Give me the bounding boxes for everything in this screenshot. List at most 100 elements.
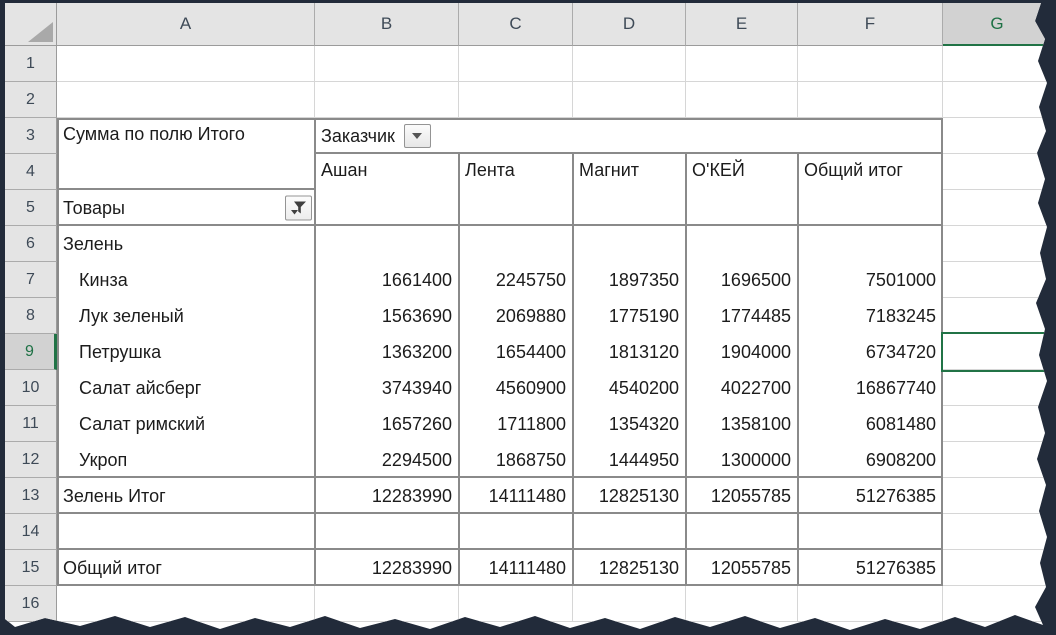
- row-header-5[interactable]: 5: [5, 190, 57, 226]
- cell-B4-header[interactable]: Ашан: [315, 154, 459, 226]
- cell-F7[interactable]: 7501000: [798, 262, 943, 298]
- cell-C1[interactable]: [459, 46, 573, 82]
- cell-C11[interactable]: 1711800: [459, 406, 573, 442]
- row-header-1[interactable]: 1: [5, 46, 57, 82]
- cell-F13[interactable]: 51276385: [798, 478, 943, 514]
- cell-F16[interactable]: [798, 586, 943, 622]
- row-header-6[interactable]: 6: [5, 226, 57, 262]
- cell-A3-pivot-value-field[interactable]: Сумма по полю Итого: [57, 118, 315, 190]
- cell-G14[interactable]: [943, 514, 1047, 550]
- cell-G3[interactable]: [943, 118, 1047, 154]
- cell-A1[interactable]: [57, 46, 315, 82]
- row-field-filter-button[interactable]: [285, 195, 312, 221]
- cell-D1[interactable]: [573, 46, 686, 82]
- cell-D2[interactable]: [573, 82, 686, 118]
- cell-G1[interactable]: [943, 46, 1047, 82]
- cell-C12[interactable]: 1868750: [459, 442, 573, 478]
- cell-A2[interactable]: [57, 82, 315, 118]
- cell-B7[interactable]: 1661400: [315, 262, 459, 298]
- column-header-D[interactable]: D: [573, 3, 686, 46]
- cell-A12[interactable]: Укроп: [57, 442, 315, 478]
- cell-F1[interactable]: [798, 46, 943, 82]
- cell-D10[interactable]: 4540200: [573, 370, 686, 406]
- row-header-10[interactable]: 10: [5, 370, 57, 406]
- column-header-A[interactable]: A: [57, 3, 315, 46]
- row-header-2[interactable]: 2: [5, 82, 57, 118]
- cell-E11[interactable]: 1358100: [686, 406, 798, 442]
- cell-A13-group-total[interactable]: Зелень Итог: [57, 478, 315, 514]
- column-header-B[interactable]: B: [315, 3, 459, 46]
- cell-G6[interactable]: [943, 226, 1047, 262]
- cell-A6-group[interactable]: Зелень: [57, 226, 315, 262]
- row-header-7[interactable]: 7: [5, 262, 57, 298]
- cell-D8[interactable]: 1775190: [573, 298, 686, 334]
- cell-A10[interactable]: Салат айсберг: [57, 370, 315, 406]
- row-header-13[interactable]: 13: [5, 478, 57, 514]
- cell-B9[interactable]: 1363200: [315, 334, 459, 370]
- cell-G10[interactable]: [943, 370, 1047, 406]
- cell-E16[interactable]: [686, 586, 798, 622]
- cell-C4-header[interactable]: Лента: [459, 154, 573, 226]
- cell-F9[interactable]: 6734720: [798, 334, 943, 370]
- column-header-C[interactable]: C: [459, 3, 573, 46]
- cell-F4-header[interactable]: Общий итог: [798, 154, 943, 226]
- cell-E4-header[interactable]: О'КЕЙ: [686, 154, 798, 226]
- cell-B3-pivot-column-field[interactable]: Заказчик: [315, 118, 943, 154]
- cell-A8[interactable]: Лук зеленый: [57, 298, 315, 334]
- row-header-15[interactable]: 15: [5, 550, 57, 586]
- cell-B8[interactable]: 1563690: [315, 298, 459, 334]
- cell-B15[interactable]: 12283990: [315, 550, 459, 586]
- cell-B12[interactable]: 2294500: [315, 442, 459, 478]
- row-header-12[interactable]: 12: [5, 442, 57, 478]
- cell-B16[interactable]: [315, 586, 459, 622]
- cell-B13[interactable]: 12283990: [315, 478, 459, 514]
- cell-E13[interactable]: 12055785: [686, 478, 798, 514]
- cell-C8[interactable]: 2069880: [459, 298, 573, 334]
- cell-A16[interactable]: [57, 586, 315, 622]
- row-header-4[interactable]: 4: [5, 154, 57, 190]
- cell-D4-header[interactable]: Магнит: [573, 154, 686, 226]
- cell-C9[interactable]: 1654400: [459, 334, 573, 370]
- cell-G16[interactable]: [943, 586, 1047, 622]
- cell-D12[interactable]: 1444950: [573, 442, 686, 478]
- cell-E12[interactable]: 1300000: [686, 442, 798, 478]
- cell-B2[interactable]: [315, 82, 459, 118]
- cell-F12[interactable]: 6908200: [798, 442, 943, 478]
- cell-A11[interactable]: Салат римский: [57, 406, 315, 442]
- cell-F11[interactable]: 6081480: [798, 406, 943, 442]
- row-header-9-selected[interactable]: 9: [5, 334, 57, 370]
- cell-C7[interactable]: 2245750: [459, 262, 573, 298]
- cell-B11[interactable]: 1657260: [315, 406, 459, 442]
- cell-A7[interactable]: Кинза: [57, 262, 315, 298]
- cell-C13[interactable]: 14111480: [459, 478, 573, 514]
- cell-E8[interactable]: 1774485: [686, 298, 798, 334]
- cell-G12[interactable]: [943, 442, 1047, 478]
- cell-G5[interactable]: [943, 190, 1047, 226]
- row-header-14[interactable]: 14: [5, 514, 57, 550]
- cell-E10[interactable]: 4022700: [686, 370, 798, 406]
- cell-G9-active[interactable]: [943, 334, 1047, 370]
- cell-D13[interactable]: 12825130: [573, 478, 686, 514]
- cell-A15-grand-total[interactable]: Общий итог: [57, 550, 315, 586]
- cell-E9[interactable]: 1904000: [686, 334, 798, 370]
- cell-C15[interactable]: 14111480: [459, 550, 573, 586]
- cell-B10[interactable]: 3743940: [315, 370, 459, 406]
- column-header-G-selected[interactable]: G: [943, 3, 1047, 46]
- cell-D11[interactable]: 1354320: [573, 406, 686, 442]
- column-header-E[interactable]: E: [686, 3, 798, 46]
- cell-A5-pivot-row-field[interactable]: Товары: [57, 190, 315, 226]
- row-header-3[interactable]: 3: [5, 118, 57, 154]
- cell-G11[interactable]: [943, 406, 1047, 442]
- cell-C10[interactable]: 4560900: [459, 370, 573, 406]
- cell-E2[interactable]: [686, 82, 798, 118]
- column-header-F[interactable]: F: [798, 3, 943, 46]
- cell-D9[interactable]: 1813120: [573, 334, 686, 370]
- cell-A9[interactable]: Петрушка: [57, 334, 315, 370]
- cell-E1[interactable]: [686, 46, 798, 82]
- cell-G2[interactable]: [943, 82, 1047, 118]
- cell-D15[interactable]: 12825130: [573, 550, 686, 586]
- cell-F2[interactable]: [798, 82, 943, 118]
- cell-G13[interactable]: [943, 478, 1047, 514]
- select-all-corner[interactable]: [5, 3, 57, 46]
- row-header-11[interactable]: 11: [5, 406, 57, 442]
